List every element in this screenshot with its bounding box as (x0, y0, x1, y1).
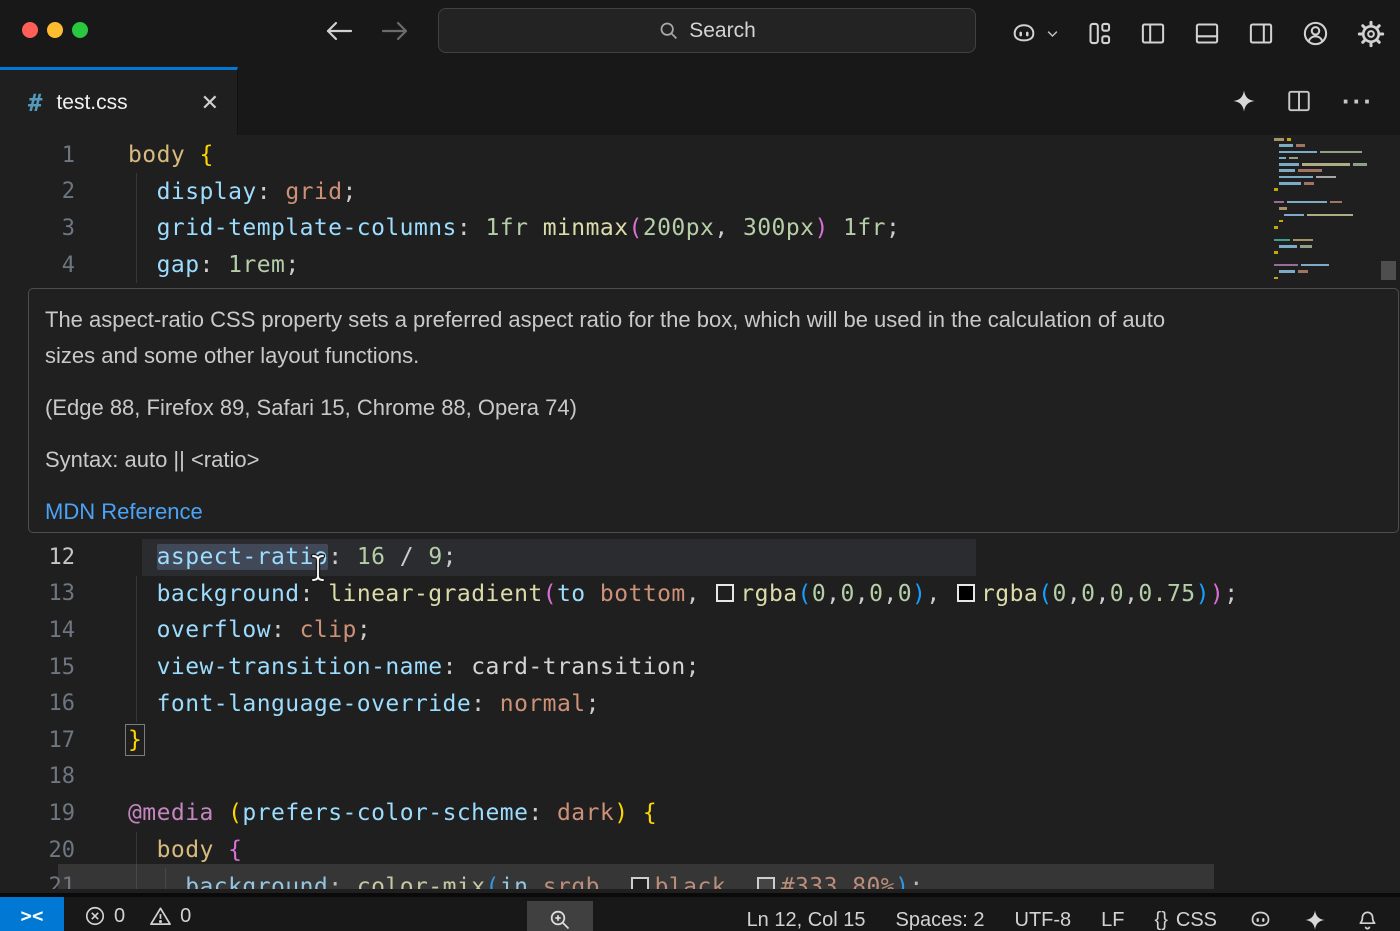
code-line-3[interactable]: 3 grid-template-columns: 1fr minmax(200p… (0, 210, 1400, 247)
line-number: 15 (0, 655, 75, 680)
toggle-secondary-sidebar-button[interactable] (1247, 20, 1275, 47)
line-number: 1 (0, 143, 75, 168)
editor-pane[interactable]: 1body {2 display: grid;3 grid-template-c… (0, 135, 1400, 889)
code-line-16[interactable]: 16 font-language-override: normal; (0, 685, 1400, 722)
language-label: CSS (1176, 909, 1217, 931)
code-line-4[interactable]: 4 gap: 1rem; (0, 247, 1400, 284)
zoom-in-icon (548, 908, 572, 931)
customize-layout-button[interactable] (1086, 20, 1113, 47)
vscode-window: Search (0, 0, 1400, 931)
code-line-13[interactable]: 13 background: linear-gradient(to bottom… (0, 576, 1400, 613)
vertical-scrollbar[interactable] (1381, 261, 1396, 280)
line-number: 3 (0, 216, 75, 241)
more-actions-icon[interactable]: ··· (1342, 86, 1374, 117)
line-number: 19 (0, 801, 75, 826)
toggle-panel-button[interactable] (1193, 20, 1221, 47)
sparkle-status-item[interactable] (1289, 909, 1341, 931)
close-tab-icon[interactable]: ✕ (201, 90, 219, 116)
accounts-button[interactable] (1301, 19, 1330, 48)
line-number: 14 (0, 618, 75, 643)
status-bar: >< 0 0 Ln 12, Col 15 Spaces: 2 UTF-8 LF … (0, 893, 1400, 931)
arrow-right-icon (380, 18, 410, 44)
chevron-down-icon (1045, 26, 1060, 41)
line-number: 13 (0, 581, 75, 606)
toggle-primary-sidebar-button[interactable] (1139, 20, 1167, 47)
code-line-1[interactable]: 1body { (0, 137, 1400, 174)
line-number: 2 (0, 179, 75, 204)
tab-test-css[interactable]: # test.css ✕ (0, 67, 238, 135)
code-line-19[interactable]: 19@media (prefers-color-scheme: dark) { (0, 795, 1400, 832)
bell-icon (1356, 909, 1379, 931)
line-number: 16 (0, 691, 75, 716)
command-center-search[interactable]: Search (438, 8, 976, 53)
search-icon (658, 20, 679, 41)
code-line-14[interactable]: 14 overflow: clip; (0, 612, 1400, 649)
tab-label: test.css (56, 91, 127, 115)
close-window-button[interactable] (22, 22, 38, 38)
line-number: 18 (0, 764, 75, 789)
arrow-left-icon (324, 18, 354, 44)
problems-item[interactable]: 0 0 (84, 905, 191, 928)
line-number: 17 (0, 728, 75, 753)
encoding-item[interactable]: UTF-8 (1000, 909, 1087, 931)
zoom-status-item[interactable] (527, 901, 593, 931)
eol-item[interactable]: LF (1086, 909, 1139, 931)
line-number: 4 (0, 253, 75, 278)
sparkle-icon (1304, 909, 1326, 931)
settings-gear-icon[interactable] (1356, 19, 1386, 49)
code-line-20[interactable]: 20 body { (0, 832, 1400, 869)
error-icon (84, 905, 106, 927)
minimize-window-button[interactable] (47, 22, 63, 38)
remote-indicator[interactable]: >< (0, 897, 64, 931)
color-swatch[interactable] (957, 584, 975, 602)
sparkle-icon[interactable] (1232, 89, 1256, 113)
tab-strip: # test.css ✕ ··· (0, 67, 1400, 135)
minimap[interactable] (1272, 138, 1384, 283)
navigate-back-button[interactable] (322, 14, 356, 48)
cursor-position-item[interactable]: Ln 12, Col 15 (732, 909, 881, 931)
language-mode-item[interactable]: {} CSS (1140, 909, 1232, 931)
copilot-menu-button[interactable] (1008, 20, 1060, 48)
code-line-17[interactable]: 17} (0, 722, 1400, 759)
window-controls (22, 22, 88, 38)
copilot-icon (1247, 908, 1274, 931)
tooltip-browser-support: (Edge 88, Firefox 89, Safari 15, Chrome … (45, 390, 1382, 426)
tooltip-description: The aspect-ratio CSS property sets a pre… (45, 302, 1382, 374)
css-file-icon: # (28, 89, 42, 117)
code-lines-top: 1body {2 display: grid;3 grid-template-c… (0, 137, 1400, 283)
indentation-item[interactable]: Spaces: 2 (881, 909, 1000, 931)
braces-icon: {} (1155, 909, 1168, 931)
mouse-ibeam-cursor (308, 553, 328, 583)
navigate-forward-button[interactable] (378, 14, 412, 48)
code-line-12[interactable]: 12 aspect-ratio: 16 / 9; (0, 539, 1400, 576)
search-label: Search (689, 19, 756, 43)
code-line-2[interactable]: 2 display: grid; (0, 174, 1400, 211)
split-editor-icon[interactable] (1286, 88, 1312, 114)
tooltip-syntax: Syntax: auto || <ratio> (45, 442, 1382, 478)
notifications-item[interactable] (1341, 909, 1394, 931)
title-bar: Search (0, 0, 1400, 67)
line-number: 12 (0, 545, 75, 570)
copilot-status-item[interactable] (1232, 908, 1289, 931)
warning-icon (149, 905, 172, 928)
hover-tooltip: The aspect-ratio CSS property sets a pre… (28, 288, 1399, 533)
code-line-18[interactable]: 18 (0, 759, 1400, 796)
horizontal-scrollbar[interactable] (58, 864, 1214, 889)
warning-count: 0 (180, 905, 191, 928)
zoom-window-button[interactable] (72, 22, 88, 38)
mdn-reference-link[interactable]: MDN Reference (45, 499, 203, 524)
line-number: 20 (0, 838, 75, 863)
code-line-15[interactable]: 15 view-transition-name: card-transition… (0, 649, 1400, 686)
code-lines-bottom: 12 aspect-ratio: 16 / 9;13 background: l… (0, 539, 1400, 889)
error-count: 0 (114, 905, 125, 928)
color-swatch[interactable] (716, 584, 734, 602)
